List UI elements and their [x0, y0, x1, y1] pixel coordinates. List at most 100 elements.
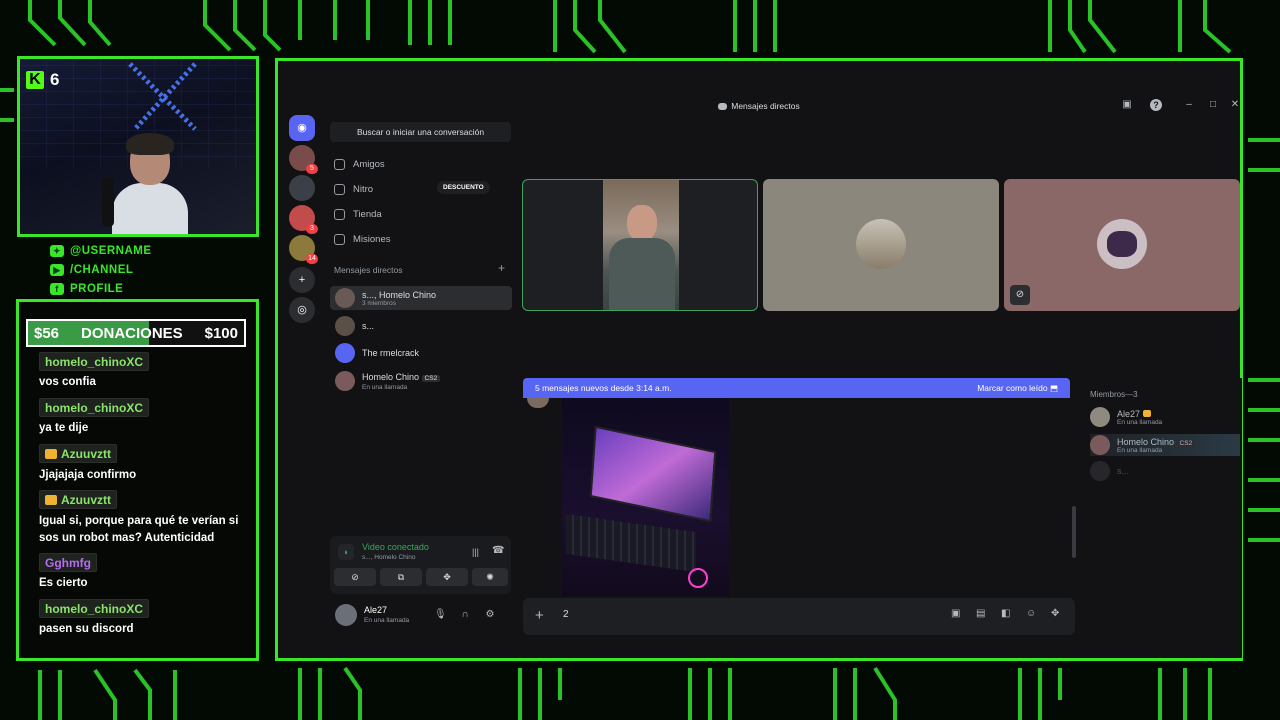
- chat-message: homelo_chinoXC pasen su discord: [39, 599, 239, 638]
- chat-username[interactable]: homelo_chinoXC: [39, 398, 150, 417]
- chat-text: ya te dije: [39, 422, 89, 434]
- help-icon[interactable]: ?: [1150, 99, 1162, 111]
- chat-username[interactable]: homelo_chinoXC: [39, 352, 150, 371]
- social-youtube: ▶/CHANNEL: [50, 260, 170, 279]
- keyboard: [566, 513, 696, 573]
- maximize-icon[interactable]: □: [1207, 99, 1219, 111]
- game-tag: CS2: [1176, 439, 1196, 447]
- server-icon-4[interactable]: 14: [289, 235, 318, 264]
- avatar: [1090, 435, 1110, 455]
- apps-icon[interactable]: ✥: [1051, 608, 1059, 619]
- avatar: [1097, 219, 1147, 269]
- owner-crown-icon: [1142, 409, 1151, 417]
- chat-username[interactable]: homelo_chinoXC: [39, 599, 150, 618]
- donation-goal: $100: [204, 324, 238, 342]
- soundboard-button[interactable]: ✺: [472, 568, 508, 586]
- social-twitter: ✦ @USERNAME: [50, 241, 170, 260]
- voice-status: Video conectado: [362, 542, 429, 552]
- youtube-icon: ▶: [50, 263, 64, 276]
- noise-suppression-icon[interactable]: |||: [472, 547, 479, 557]
- discover-icon[interactable]: ◎: [289, 297, 315, 323]
- mark-read-icon: ⬒: [1049, 383, 1058, 393]
- neon-x-decoration: [128, 62, 197, 131]
- chat-text: Igual si, porque para qué te verían si s…: [39, 514, 239, 544]
- member-item[interactable]: Homelo Chino CS2 En una llamada: [1090, 434, 1240, 456]
- screen-share-button[interactable]: ⧉: [380, 568, 422, 586]
- streamer: [112, 133, 188, 234]
- dm-group[interactable]: s..., Homelo Chino 3 miembros: [330, 286, 512, 310]
- minimize-icon[interactable]: –: [1183, 99, 1195, 111]
- nav-quests[interactable]: Misiones: [334, 229, 391, 249]
- new-messages-bar[interactable]: 5 mensajes nuevos desde 3:14 a.m. Marcar…: [523, 378, 1070, 398]
- stream-overlay: K 6 ✦ @USERNAME ▶/CHANNEL f PROFILE $56 DO…: [0, 0, 1280, 720]
- gift-icon[interactable]: ▣: [951, 608, 960, 619]
- facebook-icon: f: [50, 282, 64, 295]
- chat-message: Gghmfg Es cierto: [39, 553, 239, 592]
- rgb-light: [688, 568, 708, 588]
- avatar: [1090, 407, 1110, 427]
- chat-username[interactable]: Gghmfg: [39, 553, 97, 572]
- webcam-feed: K 6: [17, 56, 259, 237]
- new-dm-plus-icon[interactable]: +: [498, 261, 505, 275]
- signal-icon: ◗: [338, 544, 354, 560]
- chat-message: homelo_chinoXCya te dije: [39, 398, 239, 437]
- video-tile-camera[interactable]: [522, 179, 758, 311]
- chat-scrollbar[interactable]: [1072, 506, 1076, 558]
- server-icon-1[interactable]: 5: [289, 145, 318, 174]
- member-item[interactable]: s...: [1090, 460, 1240, 482]
- chat-username[interactable]: Azuuvztt: [39, 444, 117, 463]
- search-input[interactable]: Buscar o iniciar una conversación: [330, 122, 511, 142]
- nav-nitro[interactable]: Nitro: [334, 179, 373, 199]
- add-server-icon[interactable]: +: [289, 267, 315, 293]
- chat-message: Azuuvztt Jjajajaja confirmo: [39, 444, 239, 484]
- microphone-icon[interactable]: 🎙: [434, 609, 447, 621]
- mark-read-button[interactable]: Marcar como leído ⬒: [977, 378, 1058, 398]
- home-dm-button[interactable]: ◉: [289, 115, 315, 141]
- game-tag: CS2: [421, 374, 441, 382]
- avatar: [335, 316, 355, 336]
- message-input[interactable]: + 2 ▣ ▤ ◧ ☺ ✥: [523, 598, 1075, 635]
- headphones-icon[interactable]: ∩: [459, 609, 471, 621]
- avatar: [335, 343, 355, 363]
- nav-shop[interactable]: Tienda: [334, 204, 382, 224]
- disconnect-icon[interactable]: ☎: [492, 545, 504, 556]
- message-image-attachment[interactable]: [562, 398, 729, 596]
- username: Ale27: [364, 605, 388, 615]
- activities-button[interactable]: ✥: [426, 568, 468, 586]
- message-input-value[interactable]: 2: [563, 609, 569, 620]
- gif-icon[interactable]: ▤: [976, 608, 985, 619]
- chat-username[interactable]: Azuuvztt: [39, 490, 117, 509]
- dm-item[interactable]: The rmelcrack: [330, 341, 512, 365]
- camera-off-button[interactable]: ⊘: [334, 568, 376, 586]
- voice-connection-panel: ◗ Video conectado s..., Homelo Chino |||…: [330, 536, 511, 594]
- server-icon-2[interactable]: [289, 175, 315, 201]
- emoji-icon[interactable]: ☺: [1026, 608, 1036, 619]
- microphone-icon: [102, 177, 114, 227]
- shop-icon: [334, 208, 345, 220]
- member-item[interactable]: Ale27 En una llamada: [1090, 406, 1240, 428]
- gengar-icon: [1107, 231, 1137, 257]
- video-tile-user[interactable]: [763, 179, 999, 311]
- close-icon[interactable]: ✕: [1229, 99, 1241, 111]
- sticker-icon[interactable]: ◧: [1001, 608, 1010, 619]
- avatar: [335, 371, 355, 391]
- voice-channel: s..., Homelo Chino: [362, 554, 416, 561]
- server-icon-3[interactable]: 3: [289, 205, 318, 234]
- chat-message: homelo_chinoXC vos confia: [39, 352, 239, 391]
- dm-item[interactable]: s...: [330, 314, 512, 338]
- dm-item[interactable]: Homelo Chino CS2 En una llamada: [330, 369, 512, 393]
- add-attachment-icon[interactable]: +: [535, 607, 544, 624]
- user-panel: Ale27 En una llamada 🎙 ∩ ⚙: [330, 600, 511, 632]
- window-title: Mensajes directos: [278, 94, 1240, 118]
- muted-mic-icon: ⊘: [1010, 285, 1030, 305]
- gear-icon[interactable]: ⚙: [484, 609, 496, 621]
- nav-friends[interactable]: Amigos: [334, 154, 385, 174]
- video-tile-gengar[interactable]: ⊘: [1004, 179, 1240, 311]
- shirt: [609, 238, 675, 310]
- nitro-icon: [334, 183, 345, 195]
- user-status: En una llamada: [364, 617, 410, 624]
- social-links: ✦ @USERNAME ▶/CHANNEL f PROFILE: [50, 241, 170, 298]
- inbox-icon[interactable]: ▣: [1121, 99, 1133, 111]
- dm-sidebar: Buscar o iniciar una conversación Amigos…: [326, 118, 514, 658]
- avatar[interactable]: [335, 604, 357, 626]
